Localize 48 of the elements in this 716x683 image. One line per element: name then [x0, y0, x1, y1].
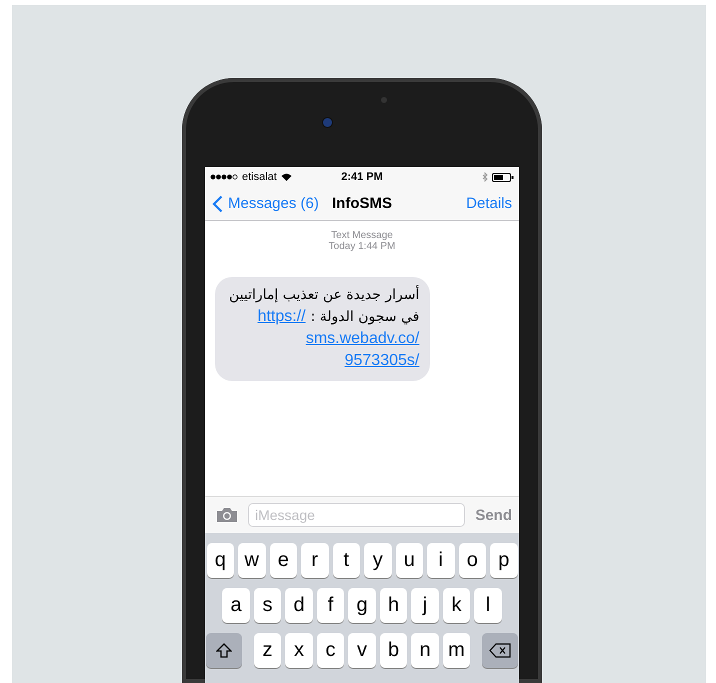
- shift-arrow-icon: [216, 643, 232, 658]
- keyboard-key[interactable]: z: [254, 633, 282, 668]
- keyboard-key[interactable]: v: [348, 633, 376, 668]
- camera-lens-icon: [323, 118, 332, 127]
- keyboard-key[interactable]: p: [490, 543, 518, 578]
- keyboard-key[interactable]: g: [348, 588, 376, 623]
- keyboard-key[interactable]: l: [474, 588, 502, 623]
- keyboard-key[interactable]: d: [285, 588, 313, 623]
- delete-key[interactable]: [482, 633, 518, 668]
- keyboard-key[interactable]: s: [254, 588, 282, 623]
- keyboard-key[interactable]: b: [380, 633, 408, 668]
- keyboard-key[interactable]: o: [458, 543, 486, 578]
- message-text-line: أسرار جديدة عن تعذيب إماراتيين: [229, 284, 420, 305]
- message-text-line: في سجون الدولة :: [310, 308, 420, 327]
- details-link[interactable]: Details: [466, 195, 512, 212]
- conversation-title: InfoSMS: [332, 195, 392, 212]
- keyboard-key[interactable]: y: [364, 543, 392, 578]
- keyboard-key[interactable]: h: [380, 588, 408, 623]
- keyboard-key[interactable]: q: [206, 543, 234, 578]
- carrier-name: etisalat: [242, 171, 277, 183]
- back-link[interactable]: Messages (6): [212, 194, 319, 212]
- keyboard-key[interactable]: t: [332, 543, 360, 578]
- camera-icon[interactable]: [216, 507, 238, 523]
- keyboard-key[interactable]: e: [270, 543, 297, 578]
- keyboard-key[interactable]: k: [442, 588, 470, 623]
- keyboard-key[interactable]: r: [301, 543, 328, 578]
- keyboard-key[interactable]: i: [427, 543, 454, 578]
- status-time: 2:41 PM: [341, 171, 383, 183]
- keyboard-key[interactable]: j: [411, 588, 439, 623]
- keyboard-key[interactable]: w: [238, 543, 266, 578]
- keyboard-key[interactable]: a: [222, 588, 250, 623]
- battery-icon: [492, 172, 514, 182]
- bluetooth-icon: [482, 172, 488, 182]
- back-chevron-icon: [212, 194, 223, 212]
- keyboard-key[interactable]: f: [316, 588, 344, 623]
- keyboard-key[interactable]: c: [316, 633, 344, 668]
- wifi-icon: [280, 173, 292, 181]
- message-timestamp: Today 1:44 PM: [328, 241, 396, 252]
- message-type-label: Text Message: [331, 230, 393, 241]
- shift-key[interactable]: [206, 633, 242, 668]
- message-input[interactable]: iMessage: [248, 503, 466, 527]
- keyboard-key[interactable]: n: [411, 633, 439, 668]
- signal-icon: [210, 174, 238, 180]
- keyboard-key[interactable]: u: [396, 543, 423, 578]
- back-label: Messages (6): [228, 195, 319, 212]
- keyboard-key[interactable]: x: [285, 633, 313, 668]
- delete-icon: [489, 643, 512, 658]
- keyboard-key[interactable]: m: [442, 633, 470, 668]
